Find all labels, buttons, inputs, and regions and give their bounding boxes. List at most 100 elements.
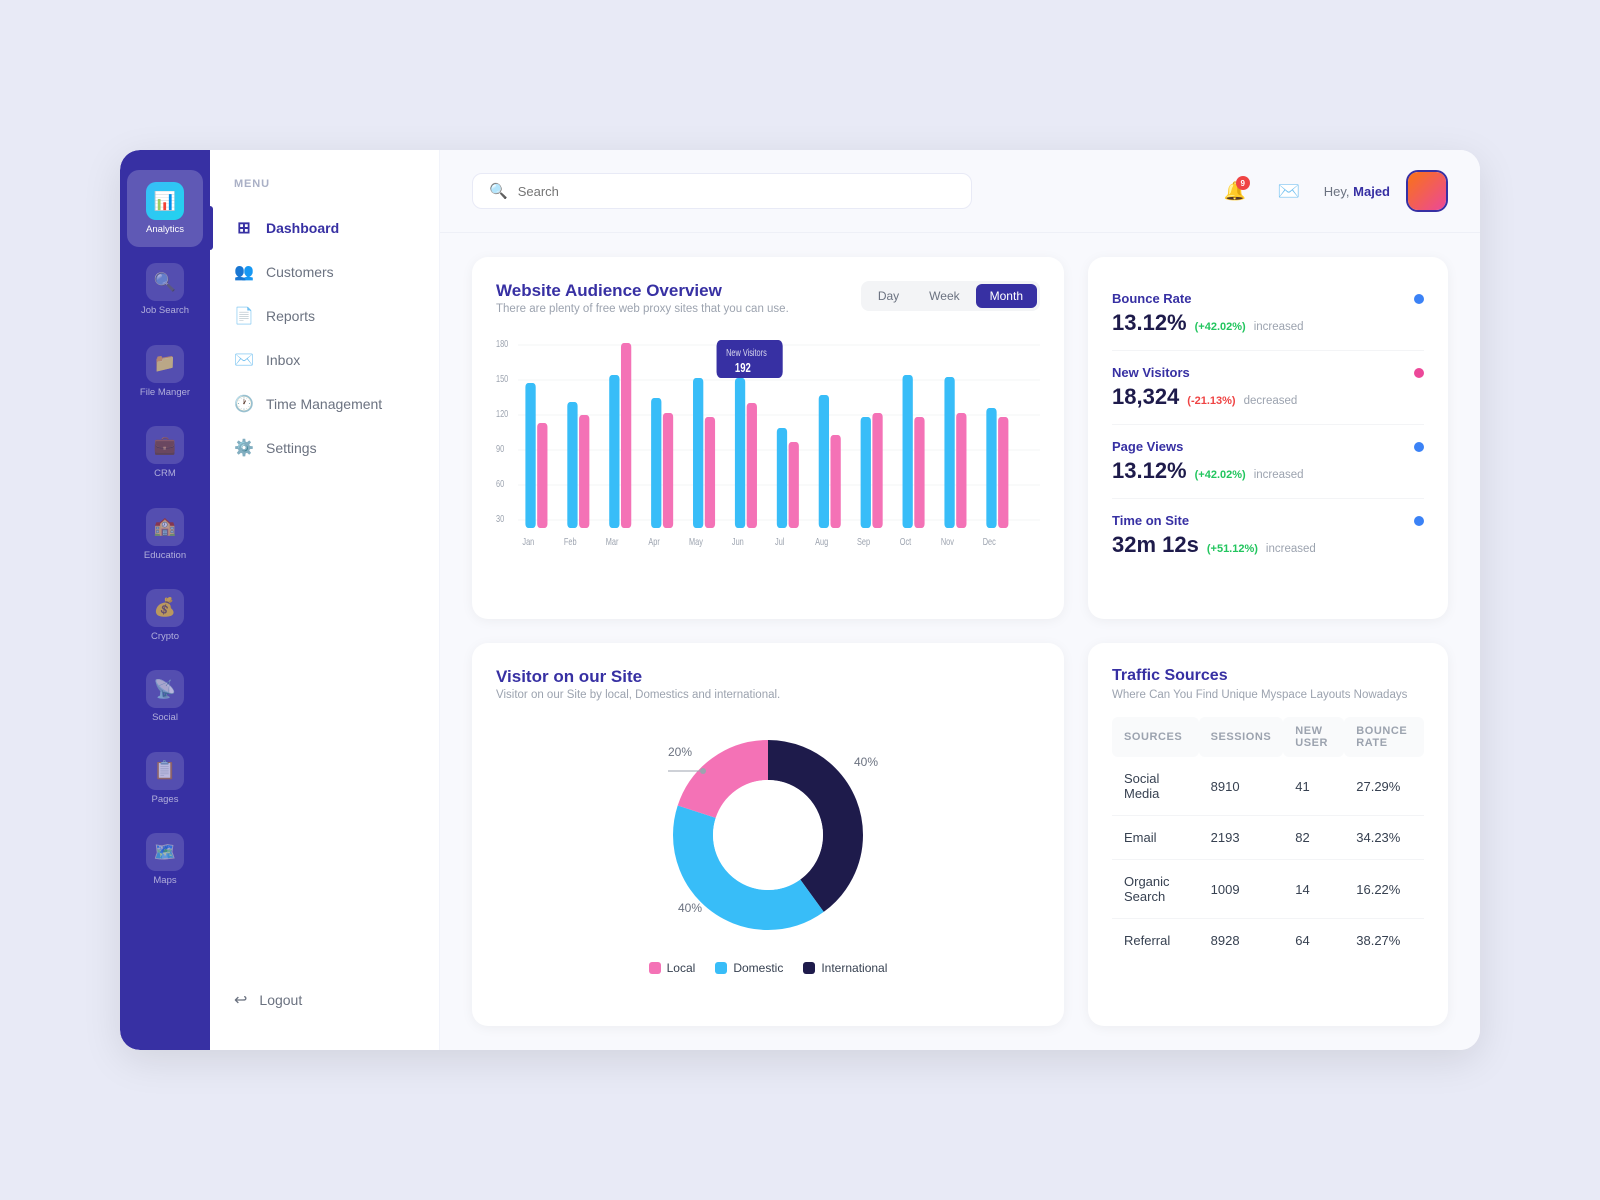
time-btn-month[interactable]: Month [976,284,1037,308]
crm-icon: 💼 [146,426,184,464]
traffic-table-header-row: SOURCESSESSIONSNEW USERBOUNCE RATE [1112,717,1424,757]
stat-change-2: (+42.02%) [1195,469,1246,481]
search-input[interactable] [518,184,955,199]
traffic-source-0: Social Media [1112,757,1199,816]
stat-change-1: (-21.13%) [1187,395,1235,407]
mail-icon: ✉️ [1278,181,1300,202]
nav-item-reports[interactable]: 📄 Reports [210,294,439,338]
stat-label-2: Page Views [1112,439,1183,454]
icon-sidebar-item-maps[interactable]: 🗺️ Maps [127,821,203,898]
nav-label-time-management: Time Management [266,396,382,412]
stat-trend-1: decreased [1244,395,1298,407]
social-icon: 📡 [146,670,184,708]
mail-button[interactable]: ✉️ [1270,172,1308,210]
time-btn-day[interactable]: Day [864,284,913,308]
svg-text:Aug: Aug [815,536,828,547]
stat-label-1: New Visitors [1112,365,1190,380]
stat-dot-1 [1414,368,1424,378]
traffic-sessions-3: 8928 [1199,919,1284,963]
icon-sidebar-item-file-manager[interactable]: 📁 File Manger [127,333,203,410]
traffic-table-head: SOURCESSESSIONSNEW USERBOUNCE RATE [1112,717,1424,757]
icon-sidebar: 📊 Analytics 🔍 Job Search 📁 File Manger 💼… [120,150,210,1050]
logout-label: Logout [259,992,302,1008]
traffic-table: SOURCESSESSIONSNEW USERBOUNCE RATE Socia… [1112,717,1424,962]
donut-label-40-right: 40% [854,755,878,769]
donut-card: Visitor on our Site Visitor on our Site … [472,643,1064,1026]
svg-text:Dec: Dec [983,536,997,547]
traffic-subtitle: Where Can You Find Unique Myspace Layout… [1112,689,1424,701]
education-icon: 🏫 [146,508,184,546]
icon-sidebar-item-job-search[interactable]: 🔍 Job Search [127,251,203,328]
nav-item-settings[interactable]: ⚙️ Settings [210,426,439,470]
notifications-button[interactable]: 🔔 9 [1216,172,1254,210]
traffic-new-user-3: 64 [1283,919,1344,963]
file-manager-icon: 📁 [146,345,184,383]
svg-text:Feb: Feb [564,536,577,547]
chart-subtitle: There are plenty of free web proxy sites… [496,303,789,315]
logout-button[interactable]: ↩ Logout [210,978,439,1022]
stat-value-row-3: 32m 12s (+51.12%) increased [1112,532,1424,558]
header-greeting: Hey, Majed [1324,184,1390,199]
legend-dot-domestic [715,962,727,974]
traffic-bounce-rate-1: 34.23% [1344,816,1424,860]
icon-sidebar-item-crypto[interactable]: 💰 Crypto [127,577,203,654]
nav-label-dashboard: Dashboard [266,220,339,236]
job-search-icon: 🔍 [146,263,184,301]
nav-item-time-management[interactable]: 🕐 Time Management [210,382,439,426]
traffic-new-user-1: 82 [1283,816,1344,860]
traffic-bounce-rate-0: 27.29% [1344,757,1424,816]
svg-text:Jul: Jul [775,536,784,547]
stat-dot-0 [1414,294,1424,304]
icon-sidebar-item-analytics[interactable]: 📊 Analytics [127,170,203,247]
nav-item-dashboard[interactable]: ⊞ Dashboard [210,206,439,250]
svg-text:Mar: Mar [606,536,619,547]
icon-sidebar-item-social[interactable]: 📡 Social [127,658,203,735]
icon-sidebar-item-crm[interactable]: 💼 CRM [127,414,203,491]
nav-item-customers[interactable]: 👥 Customers [210,250,439,294]
stat-label-row-1: New Visitors [1112,365,1424,380]
legend-label-international: International [821,961,887,975]
icon-sidebar-item-pages[interactable]: 📋 Pages [127,740,203,817]
stat-value-row-0: 13.12% (+42.02%) increased [1112,310,1424,336]
search-box[interactable]: 🔍 [472,173,972,209]
nav-label-customers: Customers [266,264,334,280]
traffic-sessions-1: 2193 [1199,816,1284,860]
nav-sidebar: MENU ⊞ Dashboard 👥 Customers 📄 Reports ✉… [210,150,440,1050]
menu-label: MENU [210,178,439,206]
icon-sidebar-item-education[interactable]: 🏫 Education [127,496,203,573]
main-content: 🔍 🔔 9 ✉️ Hey, Majed [440,150,1480,1050]
traffic-title: Traffic Sources [1112,667,1424,685]
svg-text:New Visitors: New Visitors [726,347,767,358]
legend-dot-local [649,962,661,974]
chart-title: Website Audience Overview [496,281,789,301]
svg-text:150: 150 [496,373,508,384]
header-actions: 🔔 9 ✉️ Hey, Majed [1216,170,1448,212]
main-container: 📊 Analytics 🔍 Job Search 📁 File Manger 💼… [120,150,1480,1050]
stat-item-2: Page Views 13.12% (+42.02%) increased [1112,425,1424,499]
table-row: Social Media 8910 41 27.29% [1112,757,1424,816]
traffic-sessions-2: 1009 [1199,860,1284,919]
stats-panel: Bounce Rate 13.12% (+42.02%) increased N… [1088,257,1448,619]
stat-trend-2: increased [1254,469,1304,481]
stat-label-row-0: Bounce Rate [1112,291,1424,306]
icon-sidebar-label-crm: CRM [154,468,176,479]
time-btn-week[interactable]: Week [915,284,973,308]
traffic-col-new-user: NEW USER [1283,717,1344,757]
time-management-nav-icon: 🕐 [234,394,254,414]
stat-label-row-3: Time on Site [1112,513,1424,528]
donut-legend: Local Domestic International [496,961,1040,975]
traffic-table-body: Social Media 8910 41 27.29% Email 2193 8… [1112,757,1424,962]
legend-domestic: Domestic [715,961,783,975]
traffic-source-2: Organic Search [1112,860,1199,919]
header: 🔍 🔔 9 ✉️ Hey, Majed [440,150,1480,233]
avatar[interactable] [1406,170,1448,212]
donut-chart-wrap: 20% 40% 40% [658,725,878,945]
icon-sidebar-label-pages: Pages [152,794,179,805]
traffic-new-user-2: 14 [1283,860,1344,919]
legend-local: Local [649,961,696,975]
nav-label-reports: Reports [266,308,315,324]
stat-trend-0: increased [1254,321,1304,333]
svg-text:60: 60 [496,478,504,489]
nav-item-inbox[interactable]: ✉️ Inbox [210,338,439,382]
bar-chart-svg: 180 150 120 90 60 30 [496,335,1040,555]
